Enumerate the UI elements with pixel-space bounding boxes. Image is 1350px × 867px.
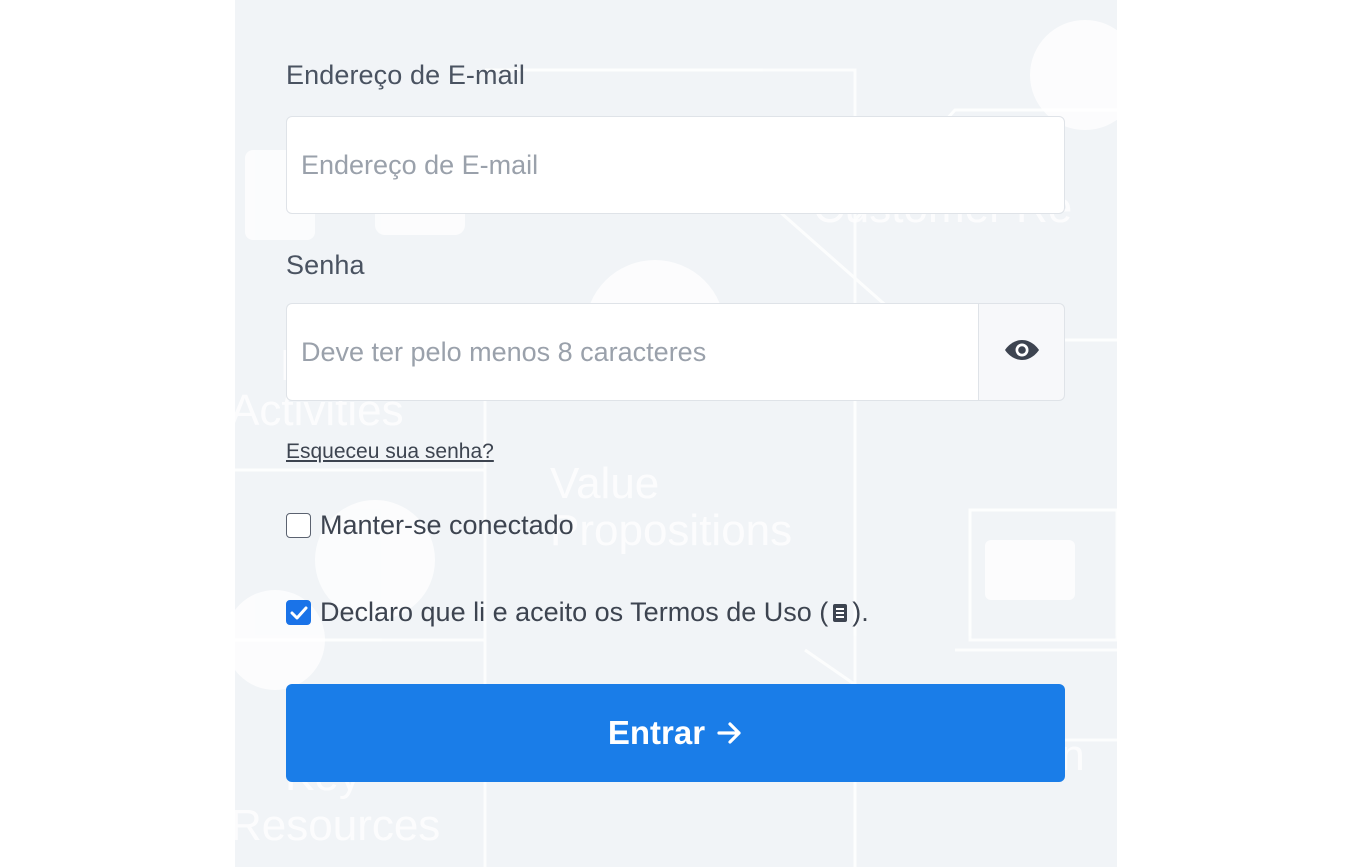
document-icon[interactable]	[832, 603, 848, 623]
remember-me-row[interactable]: Manter-se conectado	[286, 510, 574, 541]
terms-label-after: ).	[852, 597, 869, 627]
submit-button[interactable]: Entrar	[286, 684, 1065, 782]
bg-label-value: Value	[550, 459, 659, 508]
email-label: Endereço de E-mail	[286, 60, 525, 90]
toggle-password-visibility-button[interactable]	[978, 303, 1065, 401]
terms-checkbox[interactable]	[286, 600, 311, 625]
email-input[interactable]: Endereço de E-mail	[286, 116, 1065, 214]
remember-me-label[interactable]: Manter-se conectado	[320, 510, 574, 541]
email-placeholder: Endereço de E-mail	[301, 149, 539, 180]
terms-label-before: Declaro que li e aceito os Termos de Uso…	[320, 597, 829, 627]
remember-me-checkbox[interactable]	[286, 513, 311, 538]
bg-label-propositions: Propositions	[550, 506, 792, 555]
forgot-password-link[interactable]: Esqueceu sua senha?	[286, 440, 494, 464]
terms-row[interactable]: Declaro que li e aceito os Termos de Uso…	[286, 597, 869, 628]
password-placeholder: Deve ter pelo menos 8 caracteres	[301, 336, 707, 367]
submit-label: Entrar	[607, 714, 706, 751]
checkmark-icon	[290, 606, 307, 619]
bg-label-resources: Resources	[235, 801, 440, 850]
login-panel: Customer Re Key Activities Value Proposi…	[235, 0, 1117, 867]
arrow-right-icon	[717, 721, 743, 745]
password-input[interactable]: Deve ter pelo menos 8 caracteres	[286, 303, 980, 401]
password-label: Senha	[286, 250, 365, 280]
eye-icon	[1004, 338, 1040, 367]
